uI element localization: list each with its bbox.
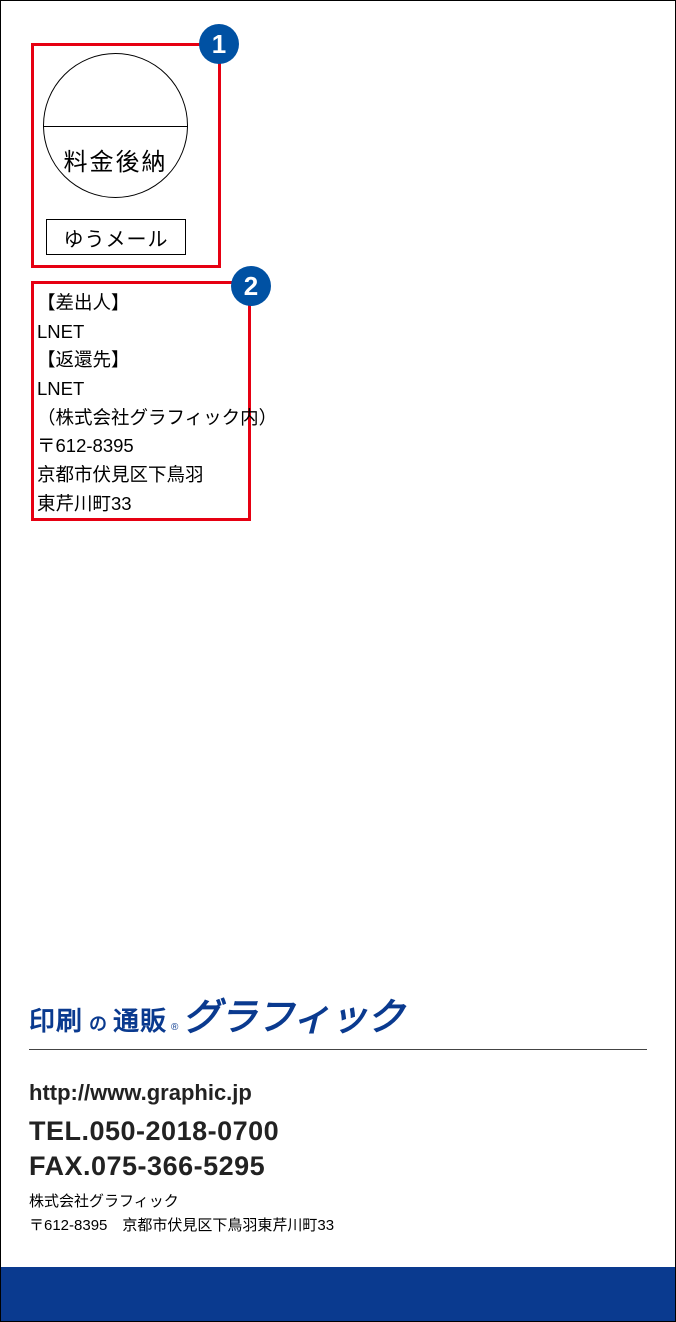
logo-part-graphic: グラフィック	[182, 986, 403, 1041]
company-name: 株式会社グラフィック	[29, 1190, 647, 1211]
return-postal: 〒612-8395	[37, 432, 277, 461]
company-tel: TEL.050-2018-0700	[29, 1114, 647, 1149]
return-addr1: 京都市伏見区下鳥羽	[37, 461, 277, 490]
postage-text: 料金後納	[44, 142, 187, 177]
company-address: 〒612-8395 京都市伏見区下鳥羽東芹川町33	[29, 1214, 647, 1235]
sender-info-block: 【差出人】 LNET 【返還先】 LNET （株式会社グラフィック内） 〒612…	[37, 289, 277, 518]
logo-part-no: の	[89, 1010, 107, 1036]
logo-part-tsuhan: 通販	[113, 1001, 167, 1038]
return-name: LNET	[37, 375, 277, 404]
return-company: （株式会社グラフィック内）	[37, 404, 277, 433]
company-fax: FAX.075-366-5295	[29, 1149, 647, 1184]
registered-mark-icon: ®	[171, 1022, 178, 1033]
company-logo: 印刷の通販 ® グラフィック	[29, 986, 647, 1041]
sender-name: LNET	[37, 318, 277, 347]
postage-divider	[44, 126, 187, 127]
return-label: 【返還先】	[37, 346, 277, 375]
logo-area: 印刷の通販 ® グラフィック http://www.graphic.jp TEL.…	[1, 986, 675, 1245]
annotation-badge-1: 1	[199, 24, 239, 64]
logo-divider-rule	[29, 1049, 647, 1050]
mail-type-box: ゆうメール	[46, 219, 186, 255]
footer-area: 印刷の通販 ® グラフィック http://www.graphic.jp TEL.…	[1, 986, 675, 1321]
company-url: http://www.graphic.jp	[29, 1080, 647, 1106]
postage-mark-circle: 料金後納	[43, 53, 188, 198]
logo-part-insatsu: 印刷	[29, 1001, 83, 1038]
return-addr2: 東芹川町33	[37, 490, 277, 519]
footer-blue-bar	[1, 1267, 675, 1321]
annotation-badge-2: 2	[231, 266, 271, 306]
